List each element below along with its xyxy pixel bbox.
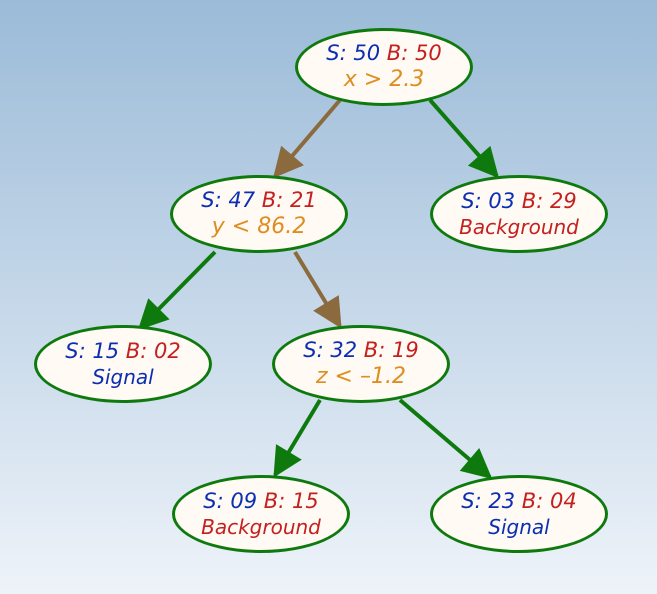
node-counts: S: 23 B: 04 — [461, 488, 576, 514]
s-label: S: — [461, 489, 488, 513]
b-label: B: — [380, 41, 415, 65]
class-label: Background — [201, 515, 321, 540]
decision-tree: S: 50 B: 50 x > 2.3 S: 47 B: 21 y < 86.2… — [0, 0, 657, 594]
s-value: 15 — [92, 339, 119, 363]
s-label: S: — [203, 489, 230, 513]
node-lrl-leaf: S: 09 B: 15 Background — [172, 475, 350, 553]
b-value: 02 — [154, 339, 181, 363]
b-value: 15 — [292, 489, 319, 513]
node-counts: S: 47 B: 21 — [201, 187, 316, 213]
class-label: Background — [459, 215, 579, 240]
node-root: S: 50 B: 50 x > 2.3 — [295, 28, 473, 106]
b-label: B: — [257, 489, 292, 513]
node-counts: S: 03 B: 29 — [461, 188, 576, 214]
s-value: 47 — [228, 188, 255, 212]
b-value: 21 — [290, 188, 317, 212]
s-label: S: — [65, 339, 92, 363]
node-right-leaf: S: 03 B: 29 Background — [430, 175, 608, 253]
b-value: 50 — [415, 41, 442, 65]
s-value: 09 — [230, 489, 257, 513]
s-label: S: — [461, 189, 488, 213]
node-left: S: 47 B: 21 y < 86.2 — [170, 175, 348, 253]
s-value: 23 — [488, 489, 515, 513]
split-condition: x > 2.3 — [344, 66, 424, 94]
class-label: Signal — [92, 365, 153, 390]
b-value: 29 — [550, 189, 577, 213]
node-counts: S: 32 B: 19 — [303, 337, 418, 363]
s-label: S: — [201, 188, 228, 212]
class-label: Signal — [488, 515, 549, 540]
b-label: B: — [119, 339, 154, 363]
s-label: S: — [303, 338, 330, 362]
node-ll-leaf: S: 15 B: 02 Signal — [34, 325, 212, 403]
s-value: 03 — [488, 189, 515, 213]
split-condition: z < –1.2 — [316, 363, 406, 391]
b-label: B: — [255, 188, 290, 212]
b-value: 04 — [550, 489, 577, 513]
s-label: S: — [326, 41, 353, 65]
b-label: B: — [357, 338, 392, 362]
s-value: 50 — [353, 41, 380, 65]
b-value: 19 — [392, 338, 419, 362]
node-lrr-leaf: S: 23 B: 04 Signal — [430, 475, 608, 553]
node-counts: S: 15 B: 02 — [65, 338, 180, 364]
node-counts: S: 50 B: 50 — [326, 40, 441, 66]
s-value: 32 — [330, 338, 357, 362]
node-counts: S: 09 B: 15 — [203, 488, 318, 514]
b-label: B: — [515, 189, 550, 213]
b-label: B: — [515, 489, 550, 513]
split-condition: y < 86.2 — [212, 213, 306, 241]
node-lr: S: 32 B: 19 z < –1.2 — [272, 325, 450, 403]
